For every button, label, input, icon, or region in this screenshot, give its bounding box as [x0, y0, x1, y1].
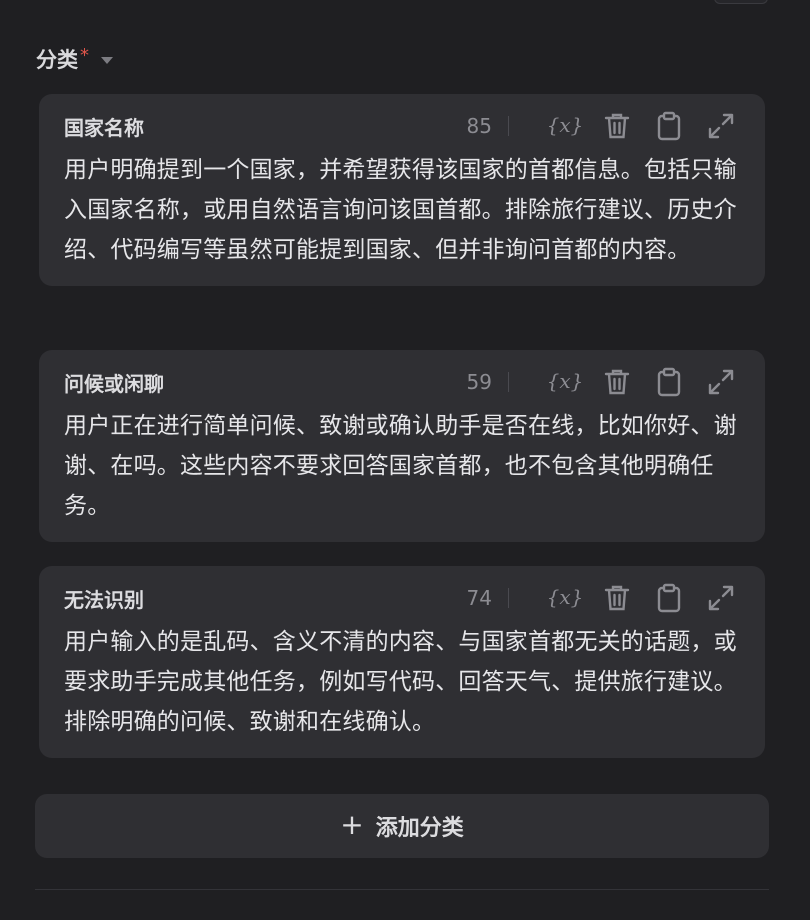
clipboard-icon[interactable]	[651, 580, 687, 616]
char-count: 74	[466, 586, 492, 610]
char-count: 85	[466, 114, 492, 138]
svg-text:{x}: {x}	[548, 113, 582, 137]
expand-icon[interactable]	[703, 580, 739, 616]
divider	[508, 588, 509, 608]
top-panel-edge	[714, 0, 768, 4]
section-header[interactable]: 分类 *	[36, 44, 113, 74]
category-name: 国家名称	[64, 115, 144, 140]
svg-text:{x}: {x}	[548, 369, 582, 393]
section-title: 分类	[36, 48, 78, 72]
expand-icon[interactable]	[703, 108, 739, 144]
variable-icon[interactable]: {x}	[547, 580, 583, 616]
divider	[508, 372, 509, 392]
expand-icon[interactable]	[703, 364, 739, 400]
divider	[508, 116, 509, 136]
category-name: 问候或闲聊	[64, 371, 164, 396]
category-card: 国家名称 85 {x} 用户明确提到一个国家，并希望获得该国家的首都信息。包括只…	[39, 94, 765, 286]
category-name: 无法识别	[64, 587, 144, 612]
category-description[interactable]: 用户明确提到一个国家，并希望获得该国家的首都信息。包括只输入国家名称，或用自然语…	[64, 150, 739, 270]
category-description[interactable]: 用户输入的是乱码、含义不清的内容、与国家首都无关的话题，或要求助手完成其他任务，…	[64, 622, 739, 742]
trash-icon[interactable]	[599, 108, 635, 144]
variable-icon[interactable]: {x}	[547, 108, 583, 144]
clipboard-icon[interactable]	[651, 108, 687, 144]
bottom-divider	[35, 889, 769, 890]
plus-icon: +	[340, 807, 364, 841]
trash-icon[interactable]	[599, 580, 635, 616]
variable-icon[interactable]: {x}	[547, 364, 583, 400]
svg-text:{x}: {x}	[548, 585, 582, 609]
add-category-button[interactable]: + 添加分类	[35, 794, 769, 858]
trash-icon[interactable]	[599, 364, 635, 400]
category-card: 无法识别 74 {x} 用户输入的是乱码、含义不清的内容、与国家首都无关的话题，…	[39, 566, 765, 758]
add-category-label: 添加分类	[375, 816, 464, 841]
char-count: 59	[466, 370, 492, 394]
category-description[interactable]: 用户正在进行简单问候、致谢或确认助手是否在线，比如你好、谢谢、在吗。这些内容不要…	[64, 406, 739, 526]
required-mark: *	[80, 44, 89, 66]
category-card: 问候或闲聊 59 {x} 用户正在进行简单问候、致谢或确认助手是否在线，比如你好…	[39, 350, 765, 542]
clipboard-icon[interactable]	[651, 364, 687, 400]
chevron-down-icon[interactable]	[101, 56, 113, 64]
